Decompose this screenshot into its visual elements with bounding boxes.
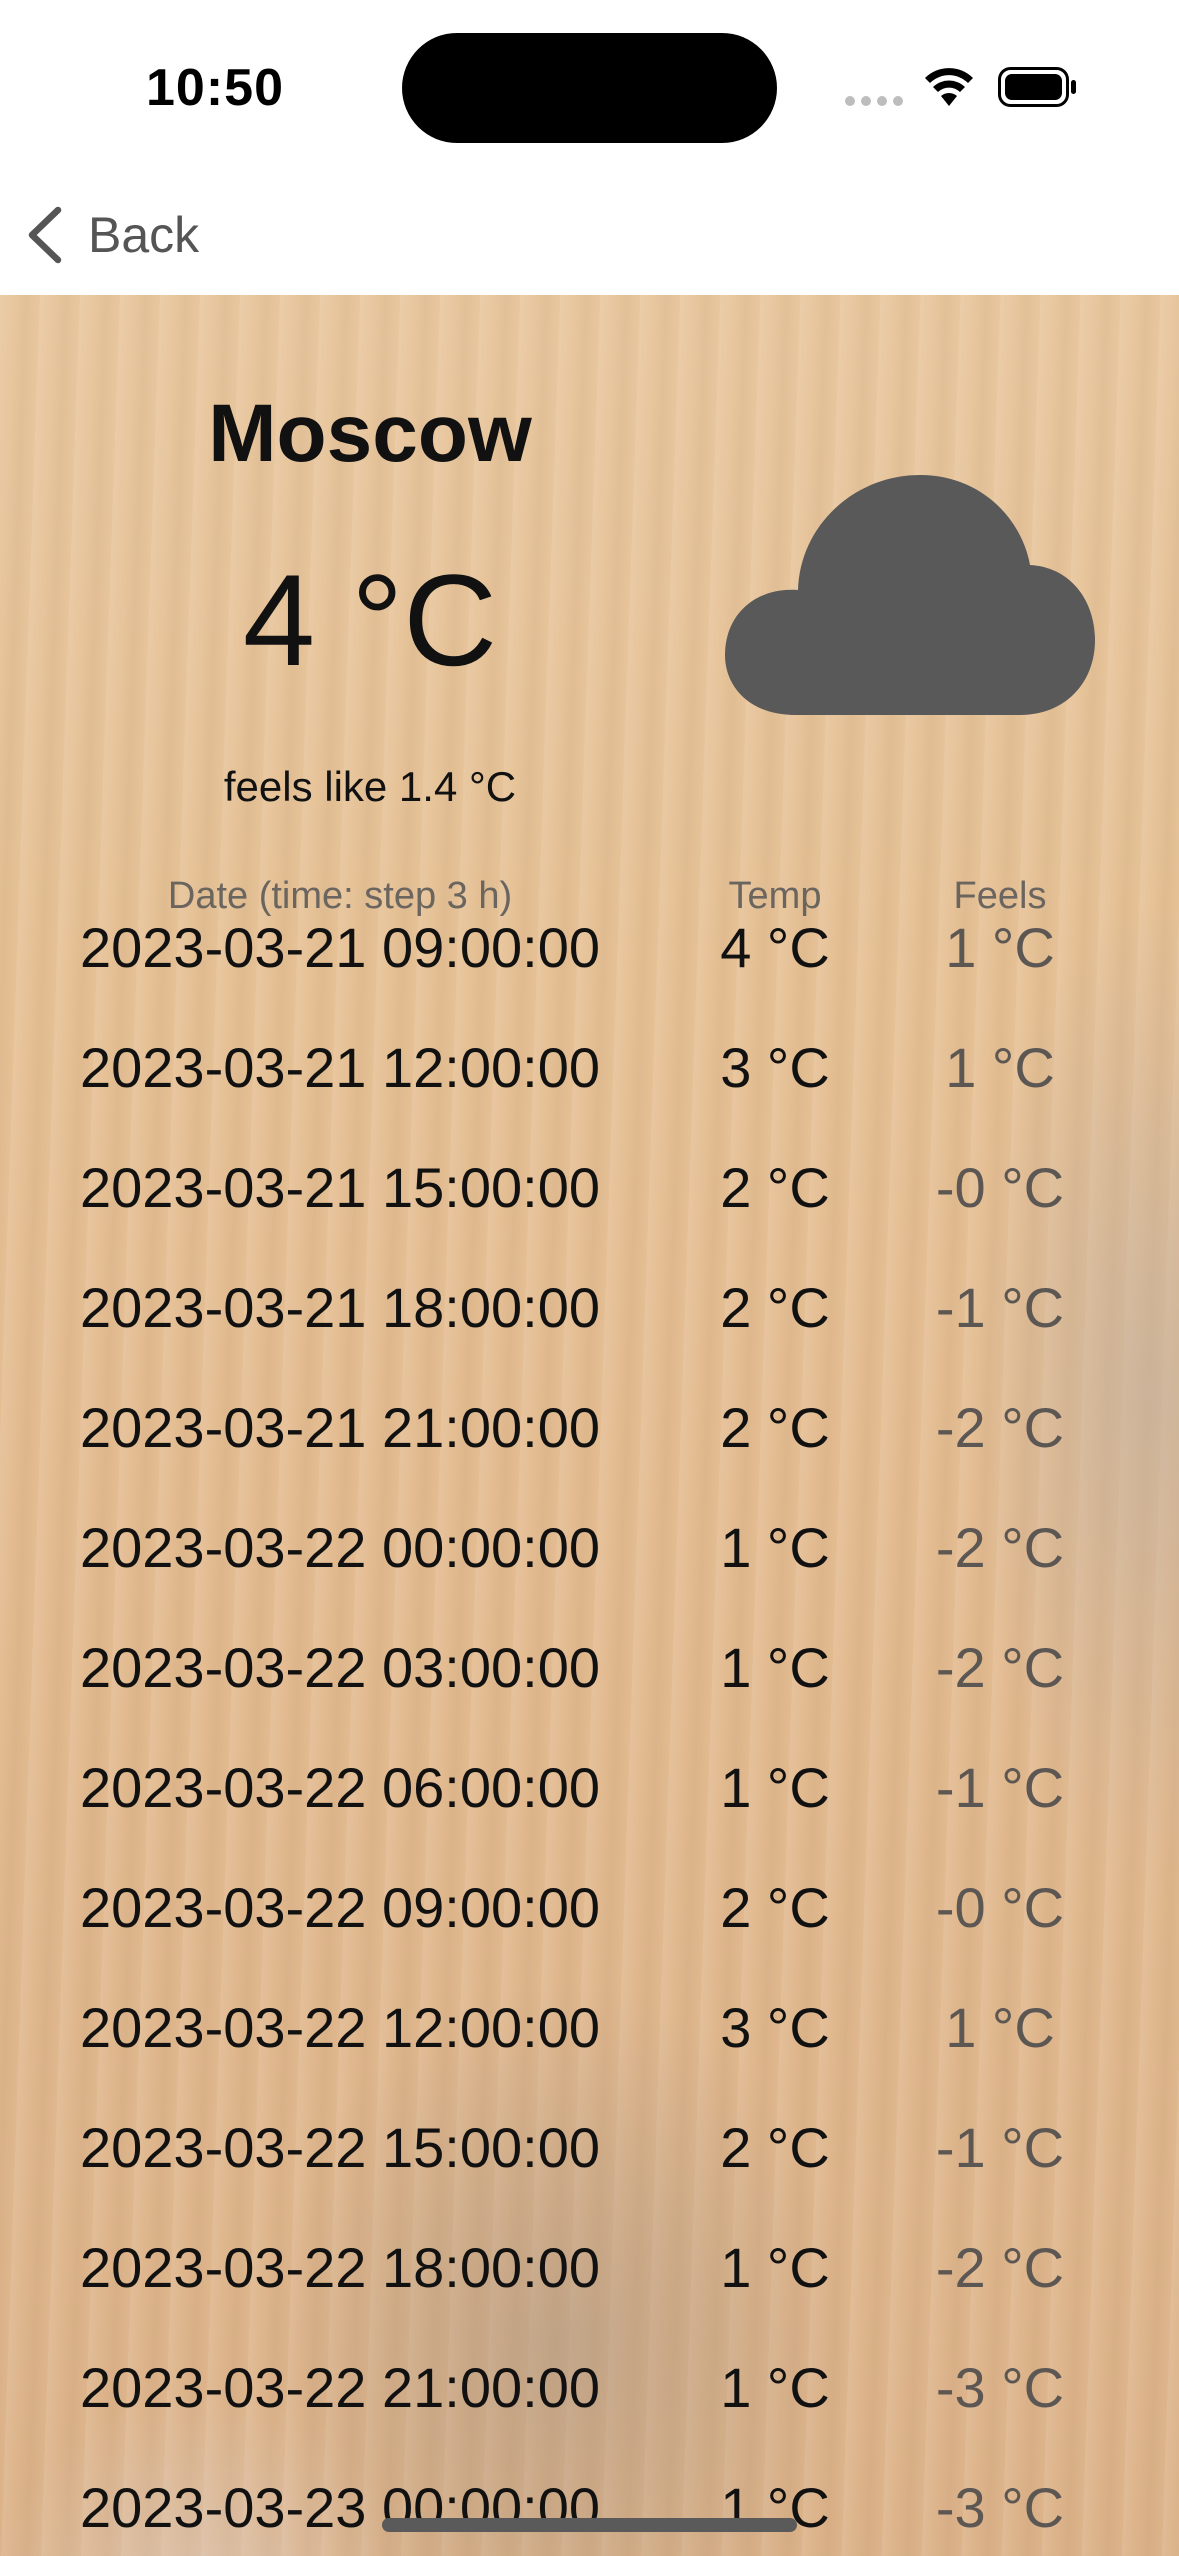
- cellular-signal-icon: [845, 96, 905, 106]
- row-date: 2023-03-22 12:00:00: [80, 1996, 600, 2059]
- row-feels: -0 °C: [935, 1876, 1065, 1939]
- navigation-bar: Back: [0, 170, 1179, 295]
- table-row: 2023-03-22 06:00:00 1 °C -1 °C: [0, 1755, 1179, 1875]
- row-feels: -1 °C: [935, 2116, 1065, 2179]
- row-feels: -3 °C: [935, 2356, 1065, 2419]
- city-name: Moscow: [208, 388, 532, 479]
- row-date: 2023-03-21 18:00:00: [80, 1276, 600, 1339]
- row-feels: -1 °C: [935, 1276, 1065, 1339]
- row-temp: 3 °C: [720, 1036, 830, 1099]
- table-row: 2023-03-23 00:00:00 1 °C -3 °C: [0, 2475, 1179, 2556]
- row-temp: 1 °C: [720, 2356, 830, 2419]
- battery-icon: [998, 67, 1076, 107]
- row-temp: 2 °C: [720, 1276, 830, 1339]
- row-feels: -1 °C: [935, 1756, 1065, 1819]
- table-row: 2023-03-22 21:00:00 1 °C -3 °C: [0, 2355, 1179, 2475]
- row-date: 2023-03-21 12:00:00: [80, 1036, 600, 1099]
- row-temp: 4 °C: [720, 916, 830, 979]
- header-date: Date (time: step 3 h): [167, 875, 513, 917]
- table-row: 2023-03-22 00:00:00 1 °C -2 °C: [0, 1515, 1179, 1635]
- table-row: 2023-03-21 09:00:00 4 °C 1 °C: [0, 915, 1179, 1035]
- row-date: 2023-03-21 15:00:00: [80, 1156, 600, 1219]
- row-date: 2023-03-21 21:00:00: [80, 1396, 600, 1459]
- row-temp: 2 °C: [720, 1156, 830, 1219]
- row-date: 2023-03-21 09:00:00: [80, 916, 600, 979]
- row-date: 2023-03-22 15:00:00: [80, 2116, 600, 2179]
- back-button[interactable]: Back: [22, 200, 199, 270]
- table-row: 2023-03-21 12:00:00 3 °C 1 °C: [0, 1035, 1179, 1155]
- row-date: 2023-03-22 21:00:00: [80, 2356, 600, 2419]
- table-row: 2023-03-22 09:00:00 2 °C -0 °C: [0, 1875, 1179, 1995]
- header-temp: Temp: [728, 875, 822, 917]
- row-date: 2023-03-22 00:00:00: [80, 1516, 600, 1579]
- row-date: 2023-03-22 03:00:00: [80, 1636, 600, 1699]
- cloud-icon: [725, 475, 1095, 715]
- row-feels: -0 °C: [935, 1156, 1065, 1219]
- row-temp: 1 °C: [720, 1756, 830, 1819]
- row-feels: -2 °C: [935, 1396, 1065, 1459]
- chevron-left-icon: [28, 206, 62, 264]
- table-row: 2023-03-22 15:00:00 2 °C -1 °C: [0, 2115, 1179, 2235]
- row-temp: 2 °C: [720, 1876, 830, 1939]
- back-label: Back: [88, 207, 200, 263]
- row-feels: 1 °C: [945, 1996, 1055, 2059]
- row-temp: 2 °C: [720, 2116, 830, 2179]
- home-indicator[interactable]: [382, 2518, 797, 2532]
- status-time: 10:50: [146, 59, 284, 117]
- wifi-icon: [925, 68, 973, 106]
- row-feels: -2 °C: [935, 1636, 1065, 1699]
- row-date: 2023-03-22 09:00:00: [80, 1876, 600, 1939]
- row-feels: 1 °C: [945, 916, 1055, 979]
- status-bar: 10:50: [0, 0, 1179, 170]
- row-temp: 3 °C: [720, 1996, 830, 2059]
- row-feels: 1 °C: [945, 1036, 1055, 1099]
- row-feels: -2 °C: [935, 1516, 1065, 1579]
- row-date: 2023-03-22 18:00:00: [80, 2236, 600, 2299]
- table-row: 2023-03-22 18:00:00 1 °C -2 °C: [0, 2235, 1179, 2355]
- row-temp: 2 °C: [720, 1396, 830, 1459]
- row-date: 2023-03-22 06:00:00: [80, 1756, 600, 1819]
- header-feels: Feels: [953, 875, 1047, 917]
- weather-content: Moscow 4 °C feels like 1.4 °C Date (time…: [0, 295, 1179, 2556]
- row-feels: -3 °C: [935, 2476, 1065, 2539]
- row-feels: -2 °C: [935, 2236, 1065, 2299]
- row-temp: 1 °C: [720, 1636, 830, 1699]
- table-row: 2023-03-21 18:00:00 2 °C -1 °C: [0, 1275, 1179, 1395]
- dynamic-island: [402, 33, 777, 143]
- table-row: 2023-03-21 15:00:00 2 °C -0 °C: [0, 1155, 1179, 1275]
- row-temp: 1 °C: [720, 2236, 830, 2299]
- table-row: 2023-03-22 12:00:00 3 °C 1 °C: [0, 1995, 1179, 2115]
- table-row: 2023-03-22 03:00:00 1 °C -2 °C: [0, 1635, 1179, 1755]
- row-temp: 1 °C: [720, 1516, 830, 1579]
- table-row: 2023-03-21 21:00:00 2 °C -2 °C: [0, 1395, 1179, 1515]
- feels-like-text: feels like 1.4 °C: [223, 763, 517, 810]
- current-temperature: 4 °C: [242, 547, 498, 693]
